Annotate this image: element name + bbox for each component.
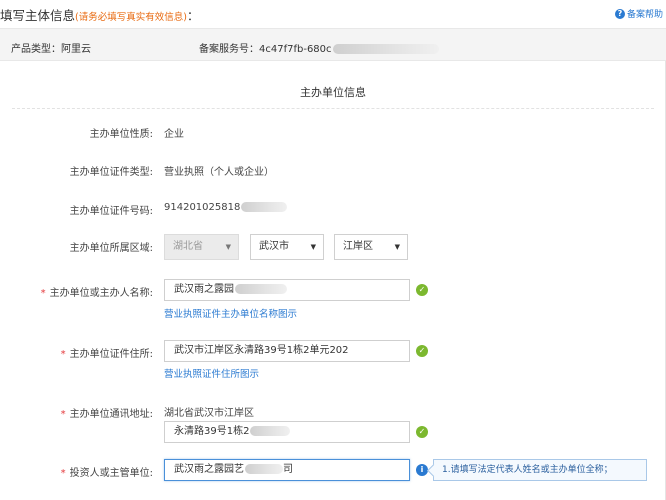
investor-input-tail: 司: [283, 464, 293, 475]
page-title-colon: ：: [186, 9, 199, 23]
redaction-blur: [332, 44, 439, 54]
district-select[interactable]: 江岸区 ▼: [334, 234, 408, 260]
mail-label: * 主办单位通讯地址:: [0, 405, 153, 420]
valid-check-icon: ✓: [416, 284, 428, 296]
chevron-down-icon: ▼: [225, 243, 231, 251]
required-mark: *: [60, 468, 66, 479]
address-input-value: 武汉市江岸区永清路39号1栋2单元202: [174, 345, 349, 356]
region-label: 主办单位所属区域:: [69, 243, 153, 254]
address-label: * 主办单位证件住所:: [0, 345, 153, 360]
address-label-text: 主办单位证件住所:: [69, 349, 153, 360]
section-divider: [12, 108, 654, 109]
valid-check-icon: ✓: [416, 345, 428, 357]
investor-input[interactable]: 武汉雨之露园艺 司: [164, 459, 410, 481]
mail-prefix: 湖北省武汉市江岸区: [164, 408, 254, 419]
service-number: 备案服务号：4c47f7fb-680c: [199, 40, 439, 55]
required-mark: *: [60, 409, 66, 420]
redaction-blur: [245, 464, 283, 474]
page-title-text: 填写主体信息: [0, 8, 76, 23]
nature-value: 企业: [164, 129, 184, 140]
required-mark: *: [40, 288, 46, 299]
page-header: 填写主体信息(请务必填写真实有效信息)： ? 备案帮助: [0, 0, 666, 28]
investor-label-text: 投资人或主管单位:: [69, 468, 153, 479]
redaction-blur: [241, 202, 288, 212]
question-icon: ?: [614, 8, 625, 19]
name-example-link[interactable]: 营业执照证件主办单位名称图示: [164, 306, 297, 320]
mail-input-value: 永清路39号1栋2: [174, 426, 250, 437]
service-number-text: 备案服务号：4c47f7fb-680c: [199, 44, 332, 55]
cert-type-label: 主办单位证件类型:: [69, 167, 153, 178]
section-title: 主办单位信息: [300, 86, 366, 99]
name-label-text: 主办单位或主办人名称:: [49, 288, 153, 299]
chevron-down-icon: ▼: [310, 243, 316, 251]
name-input-value: 武汉雨之露园: [174, 284, 234, 295]
name-label: * 主办单位或主办人名称:: [0, 284, 153, 299]
address-input[interactable]: 武汉市江岸区永清路39号1栋2单元202: [164, 340, 410, 362]
cert-no-value: 914201025818: [164, 202, 288, 213]
help-link[interactable]: ? 备案帮助: [614, 7, 663, 20]
city-select[interactable]: 武汉市 ▼: [250, 234, 324, 260]
investor-label: * 投资人或主管单位:: [0, 464, 153, 479]
address-example-link[interactable]: 营业执照证件住所图示: [164, 366, 259, 380]
valid-check-icon: ✓: [416, 426, 428, 438]
investor-input-value: 武汉雨之露园艺: [174, 464, 244, 475]
product-type: 产品类型：阿里云: [11, 44, 91, 55]
redaction-blur: [235, 284, 287, 294]
required-mark: *: [60, 349, 66, 360]
nature-label: 主办单位性质:: [89, 129, 153, 140]
investor-tooltip: 1.请填写法定代表人姓名或主办单位全称；: [433, 459, 647, 481]
name-input[interactable]: 武汉雨之露园: [164, 279, 410, 301]
cert-type-value: 营业执照（个人或企业）: [164, 167, 274, 178]
mail-label-text: 主办单位通讯地址:: [69, 409, 153, 420]
info-bar: 产品类型：阿里云 备案服务号：4c47f7fb-680c: [0, 28, 666, 61]
province-value: 湖北省: [173, 241, 203, 252]
help-label: 备案帮助: [626, 10, 663, 20]
cert-no-label: 主办单位证件号码:: [69, 206, 153, 217]
chevron-down-icon: ▼: [394, 243, 400, 251]
province-select: 湖北省 ▼: [164, 234, 239, 260]
cert-no-text: 914201025818: [164, 202, 241, 213]
mail-input[interactable]: 永清路39号1栋2: [164, 421, 410, 443]
city-value: 武汉市: [259, 241, 289, 252]
district-value: 江岸区: [343, 241, 373, 252]
redaction-blur: [250, 426, 291, 436]
page-title-hint: (请务必填写真实有效信息): [75, 12, 187, 23]
page-title: 填写主体信息(请务必填写真实有效信息)：: [0, 5, 199, 24]
